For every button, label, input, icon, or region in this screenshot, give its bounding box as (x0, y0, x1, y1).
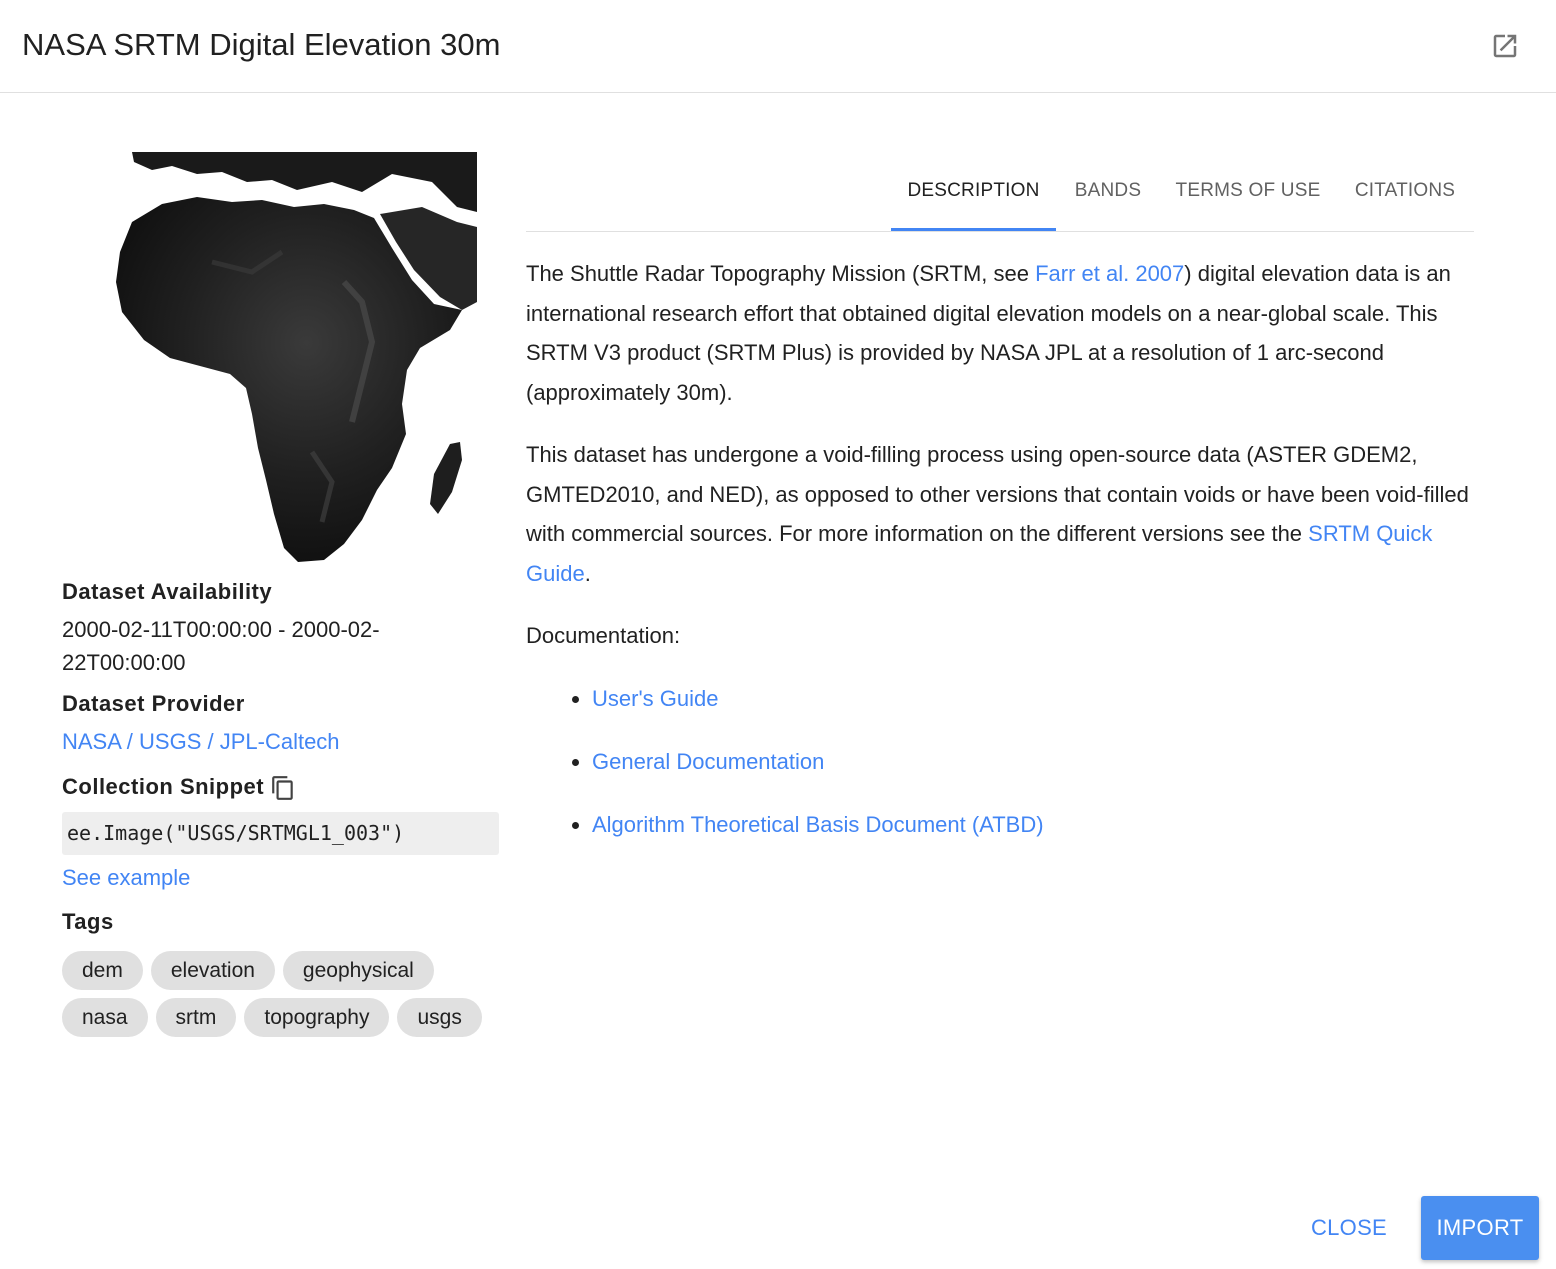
farr-citation-link[interactable]: Farr et al. 2007 (1035, 261, 1184, 286)
documentation-label: Documentation: (526, 623, 681, 648)
general-documentation-link[interactable]: General Documentation (592, 749, 824, 774)
tag-chip[interactable]: topography (244, 998, 390, 1037)
tab-bands[interactable]: BANDS (1060, 160, 1156, 232)
list-item: General Documentation (592, 742, 1476, 782)
close-button[interactable]: CLOSE (1296, 1196, 1402, 1260)
dialog-header: NASA SRTM Digital Elevation 30m (0, 0, 1556, 93)
tag-chip[interactable]: srtm (155, 998, 237, 1037)
tag-chip[interactable]: elevation (150, 951, 275, 990)
list-item: Algorithm Theoretical Basis Document (AT… (592, 805, 1476, 845)
tags-label: Tags (62, 909, 114, 934)
snippet-section: Collection Snippet (62, 772, 502, 802)
availability-label: Dataset Availability (62, 579, 273, 604)
copy-icon[interactable] (270, 775, 296, 801)
tag-chip[interactable]: geophysical (282, 951, 434, 990)
desc-text: The Shuttle Radar Topography Mission (SR… (526, 261, 1036, 286)
tag-list: dem elevation geophysical nasa srtm topo… (62, 951, 502, 1045)
tab-description[interactable]: DESCRIPTION (891, 160, 1056, 232)
users-guide-link[interactable]: User's Guide (592, 686, 718, 711)
dialog-title: NASA SRTM Digital Elevation 30m (22, 27, 501, 62)
documentation-list: User's Guide General Documentation Algor… (526, 679, 1476, 845)
desc-text: . (584, 560, 591, 586)
provider-label: Dataset Provider (62, 691, 245, 716)
tab-citations[interactable]: CITATIONS (1340, 160, 1470, 232)
collection-snippet-code[interactable]: ee.Image("USGS/SRTMGL1_003") (62, 812, 499, 855)
availability-section: Dataset Availability 2000-02-11T00:00:00… (62, 577, 502, 679)
tag-row: nasa srtm topography usgs (62, 998, 502, 1037)
open-in-new-icon[interactable] (1490, 31, 1520, 61)
snippet-label: Collection Snippet (62, 772, 502, 802)
tab-terms-of-use[interactable]: TERMS OF USE (1166, 160, 1330, 232)
list-item: User's Guide (592, 679, 1476, 719)
see-example-link[interactable]: See example (62, 861, 422, 894)
import-button[interactable]: IMPORT (1421, 1196, 1539, 1260)
provider-link[interactable]: NASA / USGS / JPL-Caltech (62, 729, 340, 754)
tags-section: Tags (62, 907, 502, 937)
tag-chip[interactable]: usgs (397, 998, 482, 1037)
tag-chip[interactable]: nasa (62, 998, 148, 1037)
availability-value: 2000-02-11T00:00:00 - 2000-02-22T00:00:0… (62, 617, 380, 675)
provider-section: Dataset Provider NASA / USGS / JPL-Calte… (62, 689, 502, 758)
description-paragraph: This dataset has undergone a void-fillin… (526, 435, 1476, 593)
active-tab-indicator (891, 228, 1056, 231)
tag-chip[interactable]: dem (62, 951, 143, 990)
description-paragraph: The Shuttle Radar Topography Mission (SR… (526, 254, 1476, 412)
description-panel: The Shuttle Radar Topography Mission (SR… (526, 254, 1476, 868)
tab-bar: DESCRIPTION BANDS TERMS OF USE CITATIONS (526, 160, 1474, 232)
dataset-thumbnail (116, 152, 477, 562)
snippet-label-text: Collection Snippet (62, 774, 265, 799)
tag-row: dem elevation geophysical (62, 951, 502, 990)
atbd-link[interactable]: Algorithm Theoretical Basis Document (AT… (592, 812, 1044, 837)
